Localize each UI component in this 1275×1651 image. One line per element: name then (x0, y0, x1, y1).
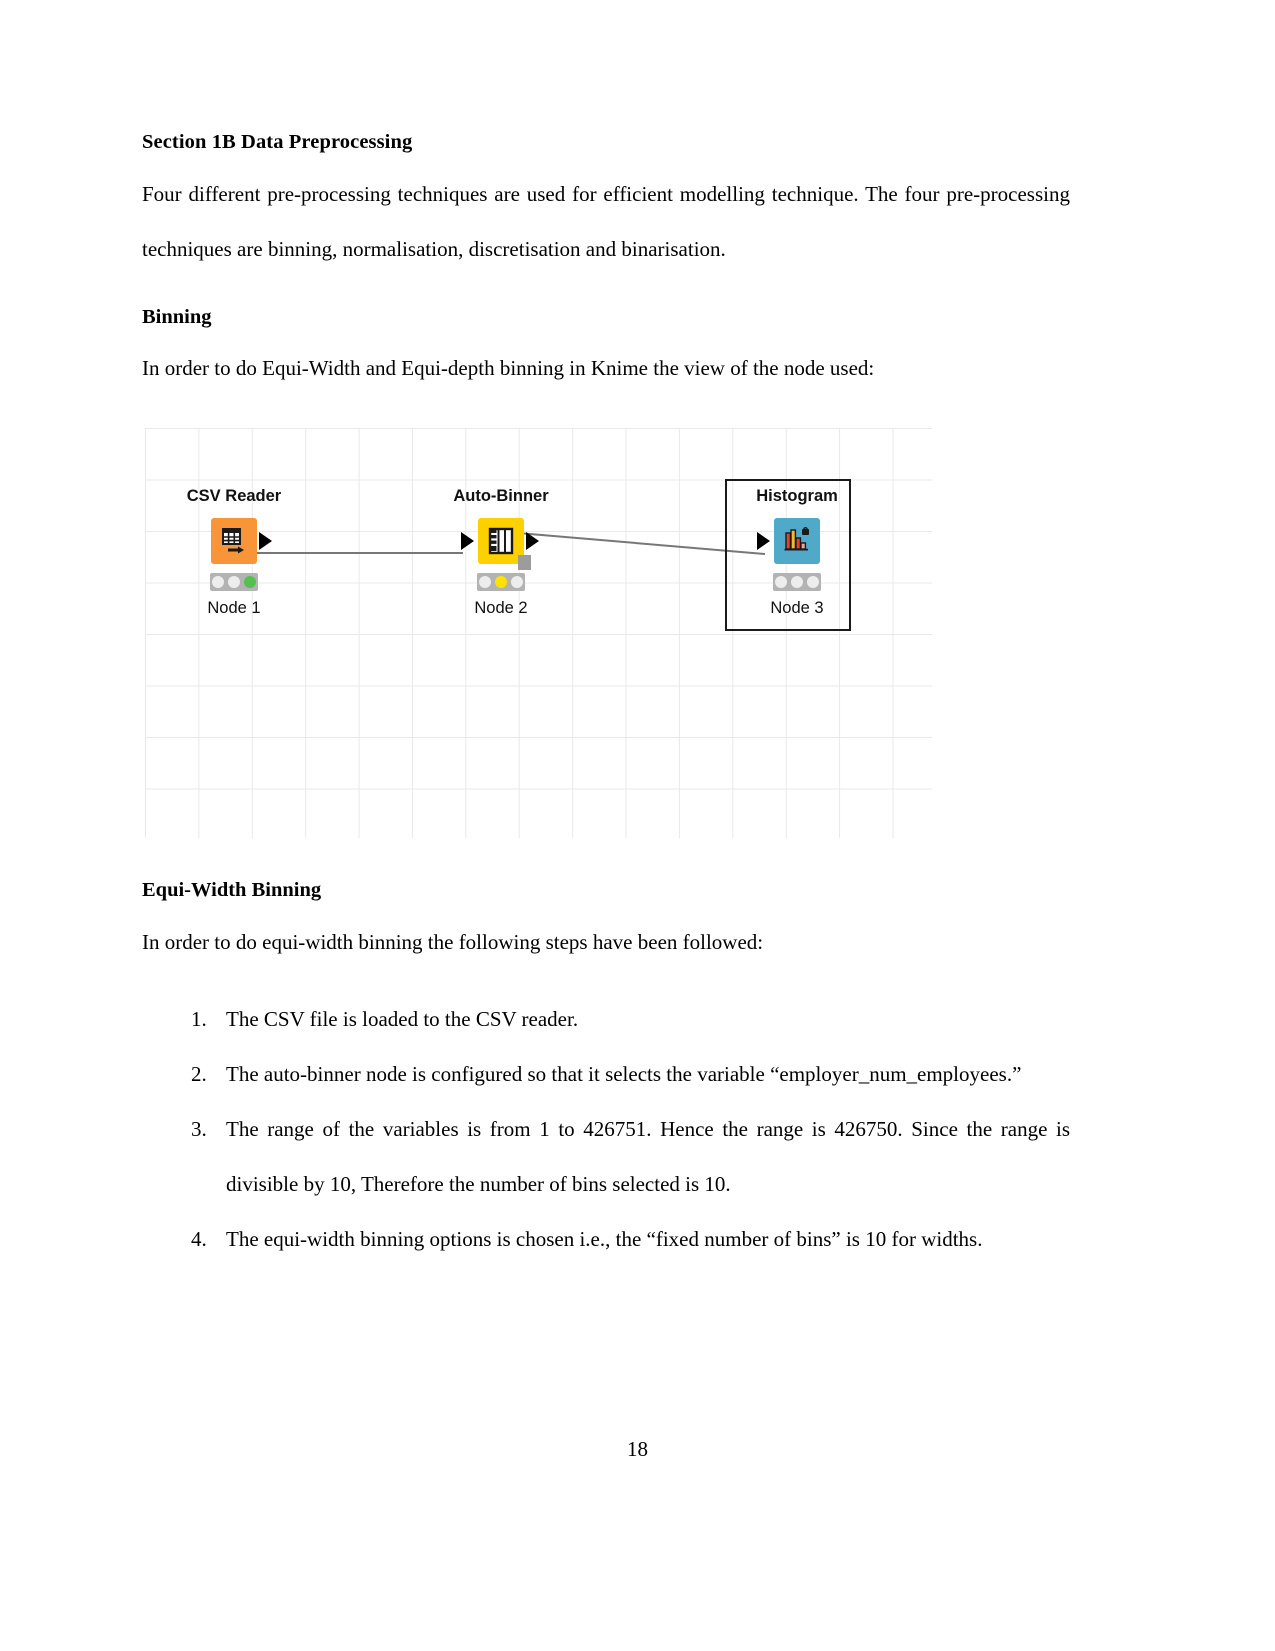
node-title-csv-reader: CSV Reader (186, 487, 282, 506)
status-lamp-node-3 (773, 572, 821, 591)
list-item: The auto-binner node is configured so th… (212, 1047, 1070, 1102)
lamp-executed (511, 575, 523, 588)
status-lamp-node-1 (210, 572, 258, 591)
status-lamp-node-2 (477, 572, 525, 591)
lamp-configured (495, 575, 507, 588)
node-icon-row-auto-binner (441, 516, 561, 570)
workflow-node-auto-binner[interactable]: Auto-Binner Node 2 (441, 488, 561, 616)
node-title-histogram: Histogram (756, 487, 838, 506)
lamp-idle (775, 575, 787, 588)
lamp-executed (244, 575, 256, 588)
node-title-auto-binner: Auto-Binner (453, 487, 549, 506)
lamp-configured (791, 575, 803, 588)
workflow-node-histogram[interactable]: Histogram Node 3 (725, 479, 857, 632)
knime-workflow-figure: CSV Reader Node 1 Auto-Binner Node 2 His… (145, 428, 932, 839)
lamp-executed (807, 575, 819, 588)
equi-width-heading: Equi-Width Binning (142, 879, 322, 902)
steps-list: The CSV file is loaded to the CSV reader… (142, 992, 1070, 1267)
histogram-bars-icon (757, 517, 820, 564)
input-port-auto-binner[interactable] (461, 531, 474, 550)
document-page: Section 1B Data Preprocessing Four diffe… (0, 0, 1275, 1651)
node-label-2: Node 2 (474, 598, 528, 617)
binning-intro-paragraph: In order to do Equi-Width and Equi-depth… (142, 356, 875, 381)
list-item: The range of the variables is from 1 to … (212, 1102, 1070, 1212)
section-heading: Section 1B Data Preprocessing (142, 131, 413, 153)
binner-columns-icon (461, 517, 539, 570)
equi-width-intro-paragraph: In order to do equi-width binning the fo… (142, 929, 764, 954)
input-port-histogram[interactable] (757, 531, 770, 550)
flow-variable-port-auto-binner[interactable] (518, 554, 531, 570)
node-label-3: Node 3 (770, 598, 824, 617)
list-item: The equi-width binning options is chosen… (212, 1212, 1070, 1267)
page-content: Section 1B Data Preprocessing Four diffe… (142, 130, 1070, 1267)
node-label-1: Node 1 (207, 598, 261, 617)
lamp-idle (479, 575, 491, 588)
workflow-node-csv-reader[interactable]: CSV Reader Node 1 (174, 488, 294, 616)
lamp-idle (212, 575, 224, 588)
csv-table-arrow-icon (211, 517, 272, 564)
intro-paragraph: Four different pre-processing techniques… (142, 181, 1070, 261)
output-port-auto-binner[interactable] (526, 531, 539, 550)
lamp-queued (228, 575, 240, 588)
page-number: 18 (627, 1437, 648, 1461)
binning-heading: Binning (142, 305, 212, 328)
output-port-csv-reader[interactable] (259, 531, 272, 550)
node-icon-row-csv-reader (174, 516, 294, 566)
node-icon-row-histogram (737, 516, 857, 566)
list-item: The CSV file is loaded to the CSV reader… (212, 992, 1070, 1047)
